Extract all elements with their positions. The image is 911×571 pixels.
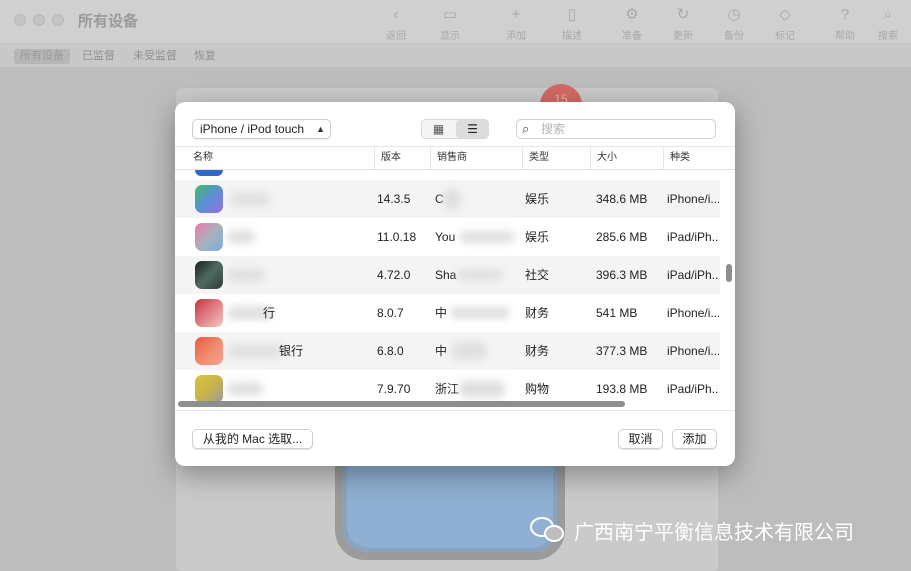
list-icon: ☰: [467, 122, 478, 136]
toolbar-back-button[interactable]: ‹ 返回: [374, 6, 418, 42]
view-mode-toggle: ▦ ☰: [421, 119, 489, 139]
column-header-kind[interactable]: 种类: [663, 147, 735, 169]
plus-icon: +: [511, 6, 521, 23]
prepare-icon: ⚙: [625, 6, 639, 23]
grid-view-button[interactable]: ▦: [422, 120, 455, 138]
display-icon: ▭: [442, 6, 458, 23]
table-row[interactable]: 14.3.5 C 娱乐 348.6 MB iPhone/i...: [175, 180, 720, 218]
grid-icon: ▦: [432, 122, 445, 136]
app-icon: [195, 337, 223, 365]
toolbar-prepare-button[interactable]: ⚙ 准备: [610, 6, 654, 42]
watermark-text: 广西南宁平衡信息技术有限公司: [574, 519, 854, 544]
filter-tab-all[interactable]: 所有设备: [14, 49, 70, 64]
search-input[interactable]: [541, 121, 711, 137]
zoom-window-button[interactable]: [52, 14, 64, 26]
chevron-left-icon: ‹: [393, 6, 399, 23]
horizontal-scroll-thumb[interactable]: [178, 401, 625, 407]
add-app-dialog: iPhone / iPod touch ▲ ▦ ☰ ⌕ 名称 版本 销售商 类型…: [175, 102, 735, 466]
table-header: 名称 版本 销售商 类型 大小 种类: [175, 146, 735, 170]
window-title: 所有设备: [78, 13, 139, 30]
table-row[interactable]: 4.72.0 Sha 社交 396.3 MB iPad/iPh...: [175, 256, 720, 294]
column-header-version[interactable]: 版本: [374, 147, 430, 169]
app-icon: [195, 223, 223, 251]
vertical-scroll-thumb[interactable]: [726, 264, 732, 282]
toolbar-profile-button[interactable]: ▯ 描述: [550, 6, 594, 42]
toolbar-backup-button[interactable]: ◷ 备份: [712, 6, 756, 42]
add-button[interactable]: 添加: [672, 429, 717, 449]
table-row[interactable]: 11.0.18 You 娱乐 285.6 MB iPad/iPh...: [175, 218, 720, 256]
close-window-button[interactable]: [14, 14, 26, 26]
wechat-icon: [530, 515, 566, 545]
app-icon: [195, 261, 223, 289]
column-header-size[interactable]: 大小: [590, 147, 663, 169]
search-icon: ⌕: [522, 121, 530, 136]
dialog-toolbar: iPhone / iPod touch ▲ ▦ ☰ ⌕: [175, 102, 735, 146]
watermark: 广西南宁平衡信息技术有限公司: [530, 512, 854, 548]
window-titlebar: 所有设备 ‹ 返回 ▭ 显示 + 添加 ▯ 描述 ⚙ 准备 ↻ 更新 ◷ 备份 ◇ 标记 ? 帮助…: [0, 0, 911, 44]
chevron-updown-icon: ▲: [316, 124, 325, 134]
update-icon: ↻: [676, 6, 690, 23]
toolbar-help-button[interactable]: ? 帮助: [823, 6, 867, 42]
device-type-value: iPhone / iPod touch: [200, 122, 305, 136]
help-icon: ?: [840, 6, 850, 23]
column-header-name[interactable]: 名称: [175, 147, 374, 169]
app-icon: [195, 170, 223, 176]
filter-tab-unsupervised[interactable]: 未受监督: [127, 49, 183, 64]
profile-icon: ▯: [567, 6, 577, 23]
search-icon: ⌕: [883, 6, 893, 23]
toolbar-search-button[interactable]: ⌕ 搜索: [866, 6, 910, 42]
toolbar-display-button[interactable]: ▭ 显示: [428, 6, 472, 42]
toolbar-add-button[interactable]: + 添加: [494, 6, 538, 42]
filter-bar: 所有设备 已监督 未受监督 恢复: [0, 44, 911, 68]
tag-icon: ◇: [779, 6, 791, 23]
table-row[interactable]: 银行 6.8.0 中 财务 377.3 MB iPhone/i...: [175, 332, 720, 370]
list-view-button[interactable]: ☰: [456, 120, 489, 138]
search-field: ⌕: [516, 119, 716, 139]
vertical-scrollbar[interactable]: [724, 170, 734, 402]
table-row[interactable]: 行 8.0.7 中 财务 541 MB iPhone/i...: [175, 294, 720, 332]
app-icon: [195, 185, 223, 213]
choose-from-mac-button[interactable]: 从我的 Mac 选取...: [192, 429, 313, 449]
footer-divider: [175, 410, 735, 411]
horizontal-scrollbar[interactable]: [175, 398, 723, 410]
filter-tab-supervised[interactable]: 已监督: [76, 49, 121, 64]
column-header-vendor[interactable]: 销售商: [430, 147, 522, 169]
cancel-button[interactable]: 取消: [618, 429, 663, 449]
filter-tab-recovery[interactable]: 恢复: [188, 49, 222, 64]
app-table: 14.3.5 C 娱乐 348.6 MB iPhone/i... 11.0.18…: [175, 170, 735, 402]
toolbar-update-button[interactable]: ↻ 更新: [661, 6, 705, 42]
backup-icon: ◷: [727, 6, 741, 23]
device-type-select[interactable]: iPhone / iPod touch ▲: [192, 119, 331, 139]
toolbar-tag-button[interactable]: ◇ 标记: [763, 6, 807, 42]
column-header-type[interactable]: 类型: [522, 147, 590, 169]
minimize-window-button[interactable]: [33, 14, 45, 26]
app-icon: [195, 299, 223, 327]
